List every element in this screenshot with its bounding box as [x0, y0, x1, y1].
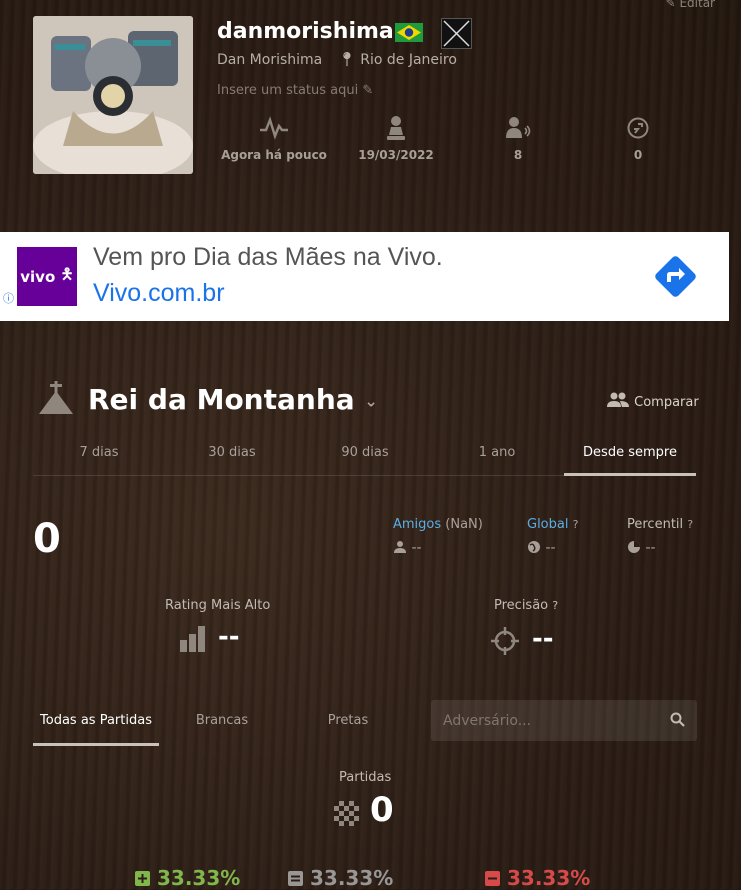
- stat-points: 0: [583, 114, 693, 162]
- chessboard-icon: [334, 801, 359, 830]
- current-rating: 0: [33, 516, 61, 562]
- tab-90-days[interactable]: 90 dias: [299, 445, 431, 460]
- tab-white[interactable]: Brancas: [163, 706, 281, 743]
- avatar[interactable]: [33, 16, 193, 174]
- precision-label: Precisão ?: [494, 598, 559, 613]
- friends-icon: [463, 114, 573, 142]
- global-rank-value: --: [527, 540, 556, 556]
- king-of-the-hill-icon: [38, 381, 74, 419]
- ad-url[interactable]: Vivo.com.br: [93, 279, 225, 308]
- chevron-down-icon: ⌄: [364, 391, 378, 411]
- tab-all-games[interactable]: Todas as Partidas: [33, 706, 159, 746]
- opponent-search: [431, 700, 697, 741]
- loss-percentage: 33.33%: [485, 866, 590, 890]
- friends-rank-value: --: [393, 540, 422, 556]
- stat-friends[interactable]: 8: [463, 114, 573, 162]
- vivo-logo: vivo 🯅: [17, 247, 77, 306]
- globe-icon: [527, 540, 545, 556]
- crosshair-icon: [491, 627, 519, 659]
- percentile-value: --: [627, 540, 656, 556]
- points-icon: [583, 114, 693, 142]
- equals-icon: [288, 870, 303, 886]
- precision-value: --: [532, 624, 554, 654]
- directions-icon[interactable]: [652, 253, 699, 304]
- friends-rank-label[interactable]: Amigos (NaN): [393, 517, 483, 532]
- global-rank-label[interactable]: Global ?: [527, 517, 578, 532]
- pie-icon: [627, 540, 645, 556]
- edit-icon: ✎: [362, 83, 374, 98]
- games-count-value: 0: [370, 790, 394, 830]
- games-tabs: Todas as Partidas Brancas Pretas: [33, 706, 413, 746]
- tab-1-year[interactable]: 1 ano: [431, 445, 563, 460]
- tab-7-days[interactable]: 7 dias: [33, 445, 165, 460]
- help-icon[interactable]: ?: [573, 518, 579, 531]
- users-icon: [606, 392, 634, 410]
- percentile-label: Percentil ?: [627, 517, 694, 532]
- real-name: Dan Morishima: [217, 52, 323, 68]
- stat-last-online: Agora há pouco: [219, 114, 329, 162]
- ad-info-icon[interactable]: ⓘ: [3, 290, 14, 306]
- search-icon[interactable]: [670, 712, 685, 731]
- help-icon[interactable]: ?: [687, 518, 693, 531]
- tab-black[interactable]: Pretas: [288, 706, 408, 743]
- location-pin-icon: 📍︎: [338, 52, 356, 68]
- country-flag-icon: [441, 18, 472, 49]
- pawn-icon: [341, 114, 451, 142]
- location: 📍︎ Rio de Janeiro: [338, 52, 457, 68]
- highest-rating-value: --: [218, 622, 240, 652]
- bar-chart-icon: [180, 626, 206, 656]
- draw-percentage: 33.33%: [288, 866, 393, 890]
- games-count-label: Partidas: [339, 770, 392, 785]
- tab-30-days[interactable]: 30 dias: [166, 445, 298, 460]
- minus-icon: [485, 870, 500, 886]
- opponent-search-input[interactable]: [441, 710, 665, 732]
- activity-icon: [219, 114, 329, 142]
- compare-button[interactable]: Comparar: [606, 392, 699, 410]
- ad-title[interactable]: Vem pro Dia das Mães na Vivo.: [93, 243, 443, 272]
- win-percentage: 33.33%: [135, 866, 240, 890]
- help-icon[interactable]: ?: [552, 599, 558, 612]
- edit-profile-link[interactable]: ✎ Editar: [666, 0, 715, 10]
- period-tabs: 7 dias 30 dias 90 dias 1 ano Desde sempr…: [33, 445, 696, 476]
- plus-icon: [135, 870, 150, 886]
- status-input[interactable]: Insere um status aqui ✎: [217, 83, 373, 98]
- brazil-flag-icon: [395, 23, 423, 42]
- user-icon: [393, 540, 411, 556]
- tab-all-time[interactable]: Desde sempre: [564, 445, 696, 476]
- stat-joined: 19/03/2022: [341, 114, 451, 162]
- game-mode-selector[interactable]: Rei da Montanha ⌄: [88, 383, 378, 416]
- highest-rating-label: Rating Mais Alto: [165, 598, 271, 613]
- username: danmorishima: [217, 19, 394, 44]
